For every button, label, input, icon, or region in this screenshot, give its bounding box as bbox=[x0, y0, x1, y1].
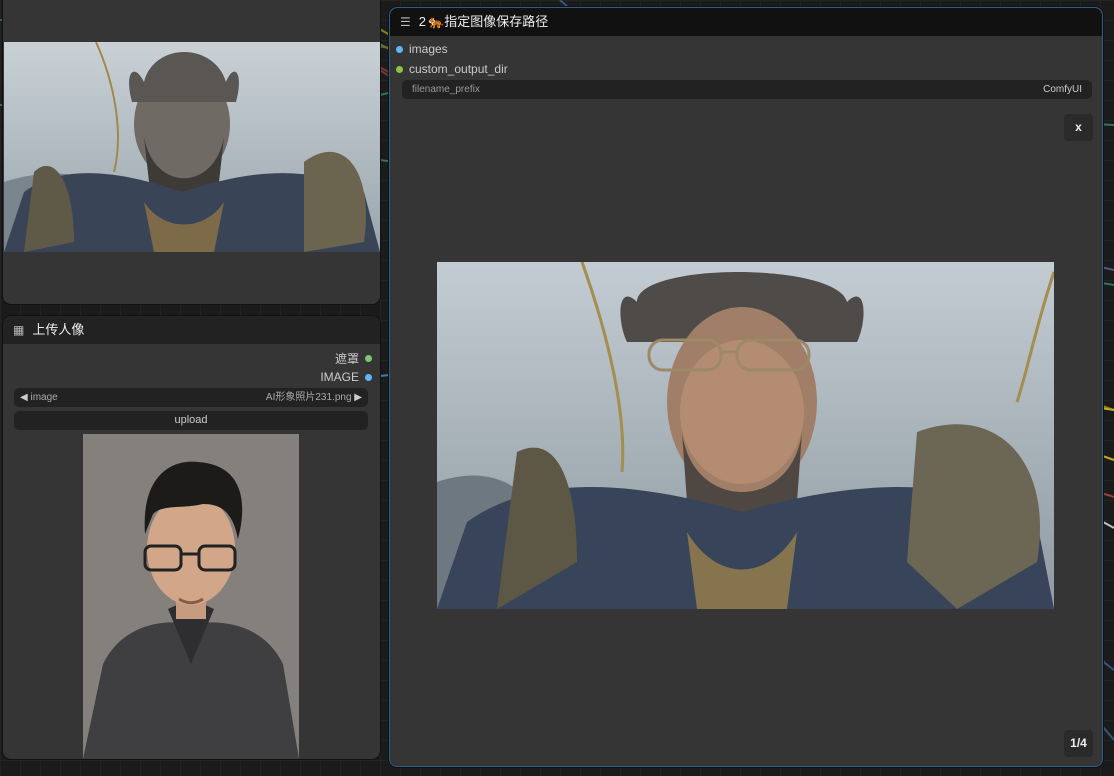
output-mask[interactable]: 遮罩 bbox=[335, 350, 372, 367]
save-node-number: 2 bbox=[418, 14, 426, 29]
left-arrow-icon[interactable]: ◀ bbox=[20, 392, 28, 403]
close-button[interactable]: x bbox=[1064, 114, 1093, 141]
upload-button-label: upload bbox=[174, 414, 208, 426]
right-arrow-icon[interactable]: ▶ bbox=[354, 392, 362, 403]
save-node-title: 指定图像保存路径 bbox=[444, 14, 549, 29]
output-image-label: IMAGE bbox=[320, 370, 359, 384]
input-custom-output-dir-label: custom_output_dir bbox=[409, 62, 508, 76]
filename-prefix-label: filename_prefix bbox=[412, 84, 480, 95]
upload-portrait-node[interactable]: ▦ 上传人像 遮罩 IMAGE ◀ image AI形象照片231.png ▶ … bbox=[3, 316, 380, 759]
hamburger-icon[interactable]: ☰ bbox=[400, 8, 411, 36]
preview-node-top[interactable] bbox=[3, 0, 380, 304]
input-custom-output-dir[interactable]: custom_output_dir bbox=[396, 62, 508, 76]
image-widget-label: image bbox=[30, 392, 58, 403]
generated-image-preview bbox=[437, 262, 1054, 609]
filename-prefix-field[interactable]: filename_prefix ComfyUI bbox=[402, 80, 1092, 99]
image-select-widget[interactable]: ◀ image AI形象照片231.png ▶ bbox=[14, 388, 368, 407]
filename-prefix-value: ComfyUI bbox=[1043, 84, 1082, 95]
preview-image-monkey bbox=[4, 42, 380, 252]
image-widget-value: AI形象照片231.png bbox=[265, 392, 352, 403]
close-button-label: x bbox=[1075, 120, 1082, 134]
save-node-header[interactable]: ☰ 2 🐅 指定图像保存路径 bbox=[390, 8, 1102, 36]
tiger-emoji-icon: 🐅 bbox=[428, 14, 445, 29]
input-images-socket[interactable] bbox=[396, 45, 403, 53]
uploaded-portrait-image bbox=[83, 434, 299, 759]
upload-node-header[interactable]: ▦ 上传人像 bbox=[3, 316, 380, 344]
upload-button[interactable]: upload bbox=[14, 411, 368, 430]
page-indicator-label: 1/4 bbox=[1070, 736, 1087, 750]
input-custom-output-dir-socket[interactable] bbox=[396, 65, 403, 73]
page-indicator-button[interactable]: 1/4 bbox=[1064, 730, 1093, 757]
upload-node-title: 上传人像 bbox=[32, 322, 85, 337]
output-image[interactable]: IMAGE bbox=[320, 370, 372, 384]
output-image-socket[interactable] bbox=[365, 373, 372, 381]
input-images-label: images bbox=[409, 42, 448, 56]
output-mask-socket[interactable] bbox=[365, 355, 372, 362]
input-images[interactable]: images bbox=[396, 42, 448, 56]
grid-icon: ▦ bbox=[13, 323, 25, 337]
output-mask-label: 遮罩 bbox=[334, 352, 359, 366]
save-image-node[interactable]: ☰ 2 🐅 指定图像保存路径 images custom_output_dir … bbox=[389, 7, 1103, 767]
